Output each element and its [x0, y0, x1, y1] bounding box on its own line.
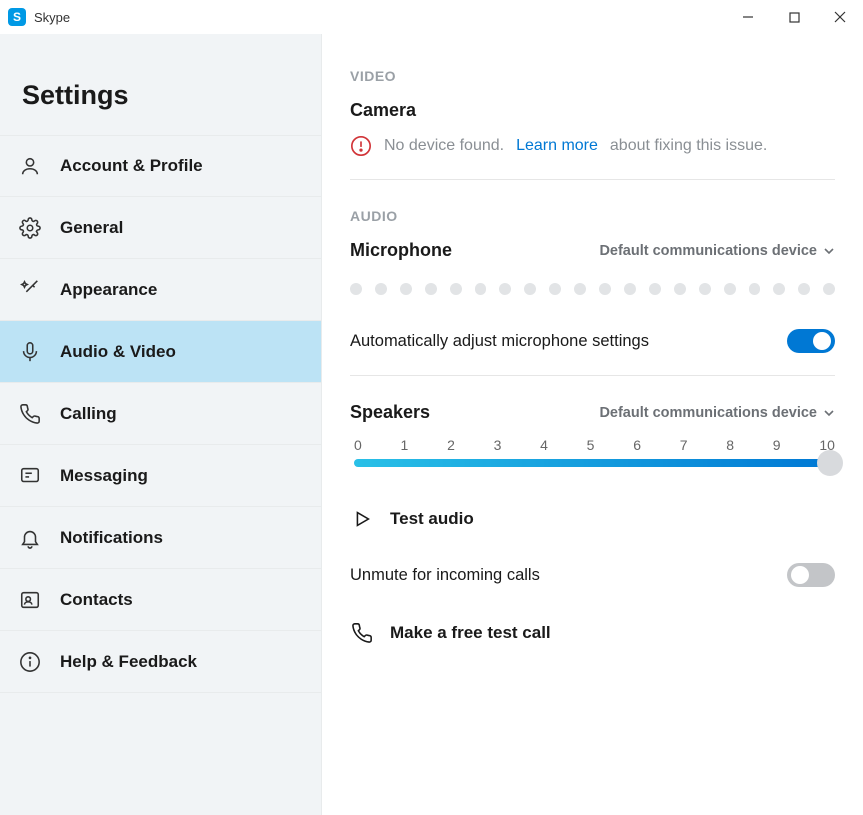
learn-more-link[interactable]: Learn more [516, 137, 598, 155]
audio-section-label: AUDIO [350, 208, 835, 224]
unmute-incoming-toggle[interactable] [787, 563, 835, 587]
unmute-incoming-label: Unmute for incoming calls [350, 566, 540, 585]
sidebar-item-label: Appearance [60, 280, 157, 300]
sidebar-item-calling[interactable]: Calling [0, 383, 321, 445]
maximize-button[interactable] [771, 0, 817, 34]
chevron-down-icon [823, 245, 835, 257]
window-title: Skype [34, 10, 70, 25]
settings-heading: Settings [0, 34, 321, 135]
sidebar-item-help[interactable]: Help & Feedback [0, 631, 321, 693]
speakers-device-label: Default communications device [599, 405, 817, 421]
minimize-button[interactable] [725, 0, 771, 34]
sidebar-item-general[interactable]: General [0, 197, 321, 259]
camera-status-row: No device found. Learn more about fixing… [350, 135, 835, 180]
sidebar-item-label: Help & Feedback [60, 652, 197, 672]
sidebar: Settings Account & Profile General Appea… [0, 34, 322, 815]
chevron-down-icon [823, 407, 835, 419]
camera-error-suffix: about fixing this issue. [610, 137, 767, 155]
warning-icon [350, 135, 372, 157]
sidebar-item-label: Messaging [60, 466, 148, 486]
microphone-device-label: Default communications device [599, 243, 817, 259]
close-button[interactable] [817, 0, 863, 34]
microphone-icon [18, 340, 42, 364]
sidebar-item-label: Notifications [60, 528, 163, 548]
test-audio-label: Test audio [390, 509, 474, 529]
sidebar-item-audio-video[interactable]: Audio & Video [0, 321, 321, 383]
microphone-heading: Microphone [350, 240, 452, 261]
sidebar-item-account[interactable]: Account & Profile [0, 135, 321, 197]
sidebar-item-label: Audio & Video [60, 342, 176, 362]
microphone-level-meter [350, 283, 835, 295]
phone-icon [350, 621, 374, 645]
make-test-call-label: Make a free test call [390, 623, 551, 643]
wand-icon [18, 278, 42, 302]
bell-icon [18, 526, 42, 550]
video-section-label: VIDEO [350, 68, 835, 84]
sidebar-item-label: General [60, 218, 123, 238]
test-audio-button[interactable]: Test audio [350, 481, 835, 557]
sidebar-item-label: Contacts [60, 590, 133, 610]
speakers-heading: Speakers [350, 402, 430, 423]
speaker-volume-slider[interactable] [354, 459, 831, 467]
info-icon [18, 650, 42, 674]
skype-logo-icon: S [8, 8, 26, 26]
contacts-icon [18, 588, 42, 612]
sidebar-item-label: Calling [60, 404, 117, 424]
slider-thumb[interactable] [817, 450, 843, 476]
phone-icon [18, 402, 42, 426]
play-icon [350, 507, 374, 531]
message-icon [18, 464, 42, 488]
speakers-device-dropdown[interactable]: Default communications device [599, 405, 835, 421]
auto-adjust-mic-label: Automatically adjust microphone settings [350, 332, 649, 351]
sidebar-item-notifications[interactable]: Notifications [0, 507, 321, 569]
sidebar-item-label: Account & Profile [60, 156, 203, 176]
content-pane: VIDEO Camera No device found. Learn more… [322, 34, 863, 815]
person-icon [18, 154, 42, 178]
camera-heading: Camera [350, 100, 835, 121]
speaker-slider-ticks: 0 1 2 3 4 5 6 7 8 9 10 [354, 437, 835, 453]
camera-error-text: No device found. [384, 137, 504, 155]
microphone-device-dropdown[interactable]: Default communications device [599, 243, 835, 259]
make-test-call-button[interactable]: Make a free test call [350, 609, 835, 671]
sidebar-item-appearance[interactable]: Appearance [0, 259, 321, 321]
sidebar-item-contacts[interactable]: Contacts [0, 569, 321, 631]
auto-adjust-mic-toggle[interactable] [787, 329, 835, 353]
titlebar: S Skype [0, 0, 863, 34]
sidebar-item-messaging[interactable]: Messaging [0, 445, 321, 507]
gear-icon [18, 216, 42, 240]
